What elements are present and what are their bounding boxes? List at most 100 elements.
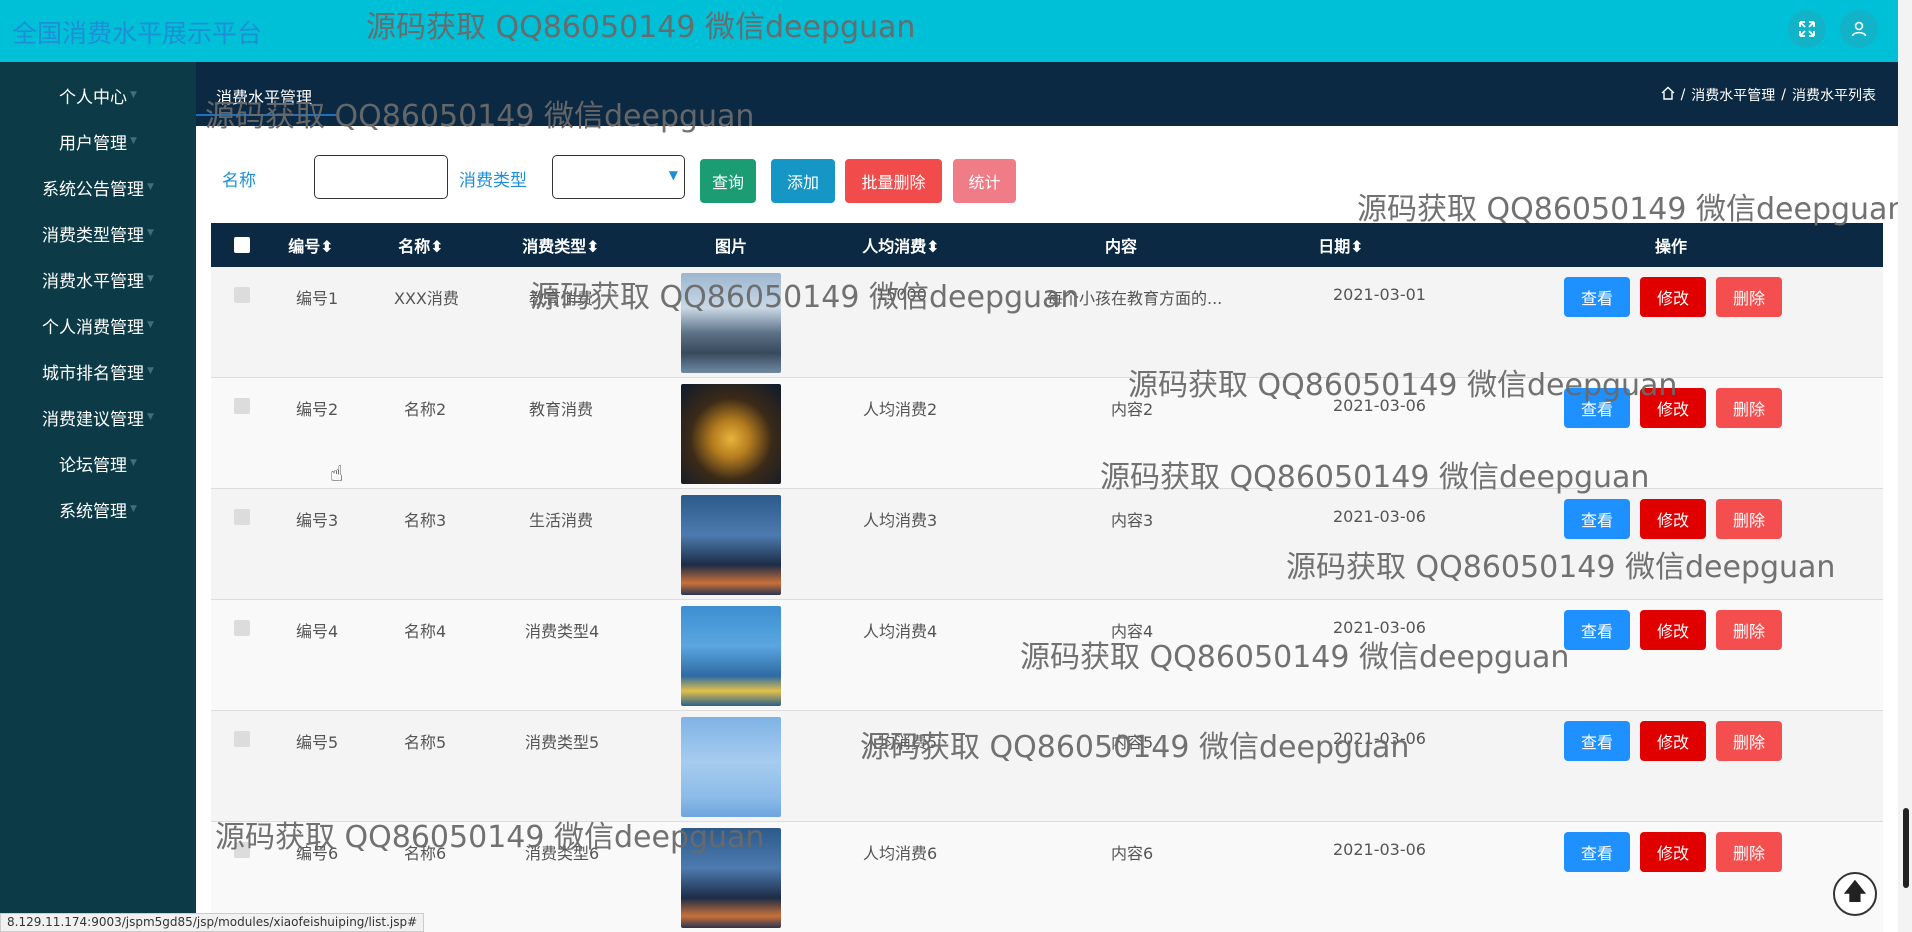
row-image[interactable] — [681, 384, 781, 484]
table-row: 编号2 名称2 教育消费 人均消费2 内容2 2021-03-06 查看 修改 … — [211, 378, 1883, 489]
sidebar-item-label: 个人消费管理 — [42, 317, 145, 338]
row-image[interactable] — [681, 828, 781, 928]
stats-button[interactable]: 统计 — [953, 159, 1016, 203]
edit-button[interactable]: 修改 — [1640, 499, 1706, 539]
type-select[interactable]: ▼ — [552, 155, 685, 199]
row-checkbox[interactable] — [234, 509, 250, 525]
view-button[interactable]: 查看 — [1564, 721, 1630, 761]
cell-avg: 人均消费3 — [863, 511, 938, 530]
sort-icon: ⬍ — [1350, 237, 1364, 256]
row-image[interactable] — [681, 273, 781, 373]
batch-delete-button[interactable]: 批量删除 — [845, 159, 942, 203]
row-checkbox[interactable] — [234, 398, 250, 414]
row-image[interactable] — [681, 717, 781, 817]
view-button[interactable]: 查看 — [1564, 277, 1630, 317]
sidebar-item-forum[interactable]: 论坛管理 ▼ — [0, 440, 196, 486]
cell-avg: 15000 — [876, 285, 927, 304]
row-checkbox[interactable] — [234, 620, 250, 636]
cell-name: XXX消费 — [394, 289, 459, 308]
view-button[interactable]: 查看 — [1564, 499, 1630, 539]
sidebar-item-label: 系统管理 — [59, 501, 128, 522]
app-title: 全国消费水平展示平台 — [12, 19, 263, 48]
cell-content: 内容5 — [1111, 733, 1154, 752]
sidebar-item-personal-consumption[interactable]: 个人消费管理 ▼ — [0, 302, 196, 348]
header-content: 内容 — [1104, 237, 1137, 256]
sidebar-item-label: 消费建议管理 — [42, 409, 145, 430]
query-button[interactable]: 查询 — [700, 159, 756, 203]
delete-button[interactable]: 删除 — [1716, 610, 1782, 650]
cell-name: 名称2 — [404, 400, 447, 419]
back-to-top-button[interactable]: 🡅 — [1833, 872, 1877, 916]
row-image[interactable] — [681, 495, 781, 595]
view-button[interactable]: 查看 — [1564, 610, 1630, 650]
cell-date: 2021-03-06 — [1333, 729, 1426, 748]
hand-cursor-icon: ☝ — [330, 462, 344, 487]
header-type[interactable]: 消费类型⬍ — [511, 233, 611, 257]
expand-icon[interactable] — [1788, 10, 1826, 48]
select-all-checkbox[interactable] — [234, 237, 250, 253]
header-date[interactable]: 日期⬍ — [1301, 233, 1381, 257]
scrollbar[interactable] — [1898, 0, 1912, 932]
name-input[interactable] — [314, 155, 448, 199]
cell-date: 2021-03-06 — [1333, 396, 1426, 415]
breadcrumb-separator: / — [1680, 87, 1686, 103]
edit-button[interactable]: 修改 — [1640, 388, 1706, 428]
delete-button[interactable]: 删除 — [1716, 832, 1782, 872]
sidebar-item-system[interactable]: 系统管理 ▼ — [0, 486, 196, 532]
row-checkbox[interactable] — [234, 731, 250, 747]
header-name[interactable]: 名称⬍ — [391, 233, 451, 257]
type-label: 消费类型 — [459, 171, 527, 191]
view-button[interactable]: 查看 — [1564, 388, 1630, 428]
row-checkbox[interactable] — [234, 842, 250, 858]
cell-content: 每个小孩在教育方面的... — [1047, 289, 1223, 308]
sidebar-item-city-ranking[interactable]: 城市排名管理 ▼ — [0, 348, 196, 394]
edit-button[interactable]: 修改 — [1640, 277, 1706, 317]
table-row: 编号6 名称6 消费类型6 人均消费6 内容6 2021-03-06 查看 修改… — [211, 822, 1883, 932]
table-row: 编号4 名称4 消费类型4 人均消费4 内容4 2021-03-06 查看 修改… — [211, 600, 1883, 711]
sidebar-item-label: 用户管理 — [59, 133, 128, 154]
sidebar-item-users[interactable]: 用户管理 ▼ — [0, 118, 196, 164]
sort-icon: ⬍ — [926, 237, 940, 256]
row-image[interactable] — [681, 606, 781, 706]
view-button[interactable]: 查看 — [1564, 832, 1630, 872]
delete-button[interactable]: 删除 — [1716, 721, 1782, 761]
header-id[interactable]: 编号⬍ — [281, 233, 341, 257]
cell-name: 名称3 — [404, 511, 447, 530]
delete-button[interactable]: 删除 — [1716, 388, 1782, 428]
cell-content: 内容6 — [1111, 844, 1154, 863]
cell-content: 内容2 — [1111, 400, 1154, 419]
breadcrumb-level1[interactable]: 消费水平管理 — [1691, 85, 1775, 105]
row-checkbox[interactable] — [234, 287, 250, 303]
sidebar: 个人中心 ▼ 用户管理 ▼ 系统公告管理 ▼ 消费类型管理 ▼ 消费水平管理 ▼ 个人消费… — [0, 62, 196, 932]
sidebar-item-personal-center[interactable]: 个人中心 ▼ — [0, 72, 196, 118]
sidebar-item-label: 论坛管理 — [59, 455, 128, 476]
caret-down-icon: ▼ — [147, 320, 154, 330]
status-bar-url: 8.129.11.174:9003/jspm5gd85/jsp/modules/… — [0, 913, 425, 932]
sidebar-item-consumption-types[interactable]: 消费类型管理 ▼ — [0, 210, 196, 256]
sidebar-item-consumption-levels[interactable]: 消费水平管理 ▼ — [0, 256, 196, 302]
edit-button[interactable]: 修改 — [1640, 832, 1706, 872]
cell-type: 消费类型6 — [525, 844, 600, 863]
add-button[interactable]: 添加 — [771, 159, 835, 203]
scrollbar-thumb[interactable] — [1903, 808, 1909, 888]
page-title: 消费水平管理 — [216, 88, 313, 107]
name-label: 名称 — [222, 171, 256, 191]
cell-id: 编号1 — [296, 289, 339, 308]
sort-icon: ⬍ — [586, 237, 600, 256]
sort-icon: ⬍ — [430, 237, 444, 256]
sidebar-item-suggestions[interactable]: 消费建议管理 ▼ — [0, 394, 196, 440]
cell-avg: 人均消费4 — [863, 622, 938, 641]
home-icon[interactable] — [1661, 86, 1675, 104]
user-icon[interactable] — [1840, 10, 1878, 48]
delete-button[interactable]: 删除 — [1716, 499, 1782, 539]
cell-date: 2021-03-06 — [1333, 507, 1426, 526]
sidebar-item-label: 城市排名管理 — [42, 363, 145, 384]
caret-down-icon: ▼ — [147, 412, 154, 422]
search-form: 名称 消费类型 ▼ 查询 添加 批量删除 统计 — [196, 126, 1898, 222]
edit-button[interactable]: 修改 — [1640, 610, 1706, 650]
delete-button[interactable]: 删除 — [1716, 277, 1782, 317]
header-avg[interactable]: 人均消费⬍ — [851, 233, 951, 257]
cell-avg: 人均消费5 — [863, 733, 938, 752]
sidebar-item-announcements[interactable]: 系统公告管理 ▼ — [0, 164, 196, 210]
edit-button[interactable]: 修改 — [1640, 721, 1706, 761]
